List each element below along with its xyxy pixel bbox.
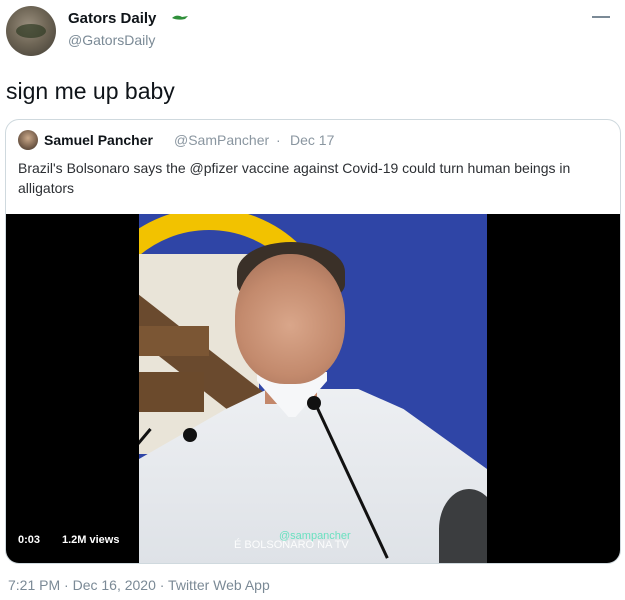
video-frame: @sampancher É BOLSONARO NA TV [139,214,487,563]
speaker-face [235,254,345,384]
display-name[interactable]: Gators Daily [68,10,156,27]
wood-beam [139,372,204,412]
quoted-date[interactable]: Dec 17 [290,132,334,148]
quoted-tweet[interactable]: Samuel Pancher @SamPancher · Dec 17 Braz… [5,119,621,564]
tweet-timestamp[interactable]: 7:21 PM · Dec 16, 2020 · Twitter Web App [8,577,270,593]
avatar[interactable] [6,6,56,56]
quoted-text: Brazil's Bolsonaro says the @pfizer vacc… [18,160,571,196]
handle[interactable]: @GatorsDaily [68,32,155,48]
separator-dot: · [276,132,281,148]
quoted-display-name[interactable]: Samuel Pancher [44,132,153,148]
microphone-icon [307,396,321,410]
video-time: 0:03 [18,534,41,546]
microphone-icon [183,428,197,442]
wood-beam [139,326,209,356]
tweet: Gators Daily @GatorsDaily sign me up bab… [0,0,625,600]
more-icon[interactable] [591,10,611,24]
quoted-avatar[interactable] [18,130,38,150]
video-views: 1.2M views [62,534,120,546]
tweet-text: sign me up baby [6,78,175,104]
quoted-handle[interactable]: @SamPancher [174,132,269,148]
video-caption: É BOLSONARO NA TV [234,539,349,551]
video-player[interactable]: @sampancher É BOLSONARO NA TV 0:03 1.2M … [6,214,620,563]
gator-icon [172,15,188,20]
